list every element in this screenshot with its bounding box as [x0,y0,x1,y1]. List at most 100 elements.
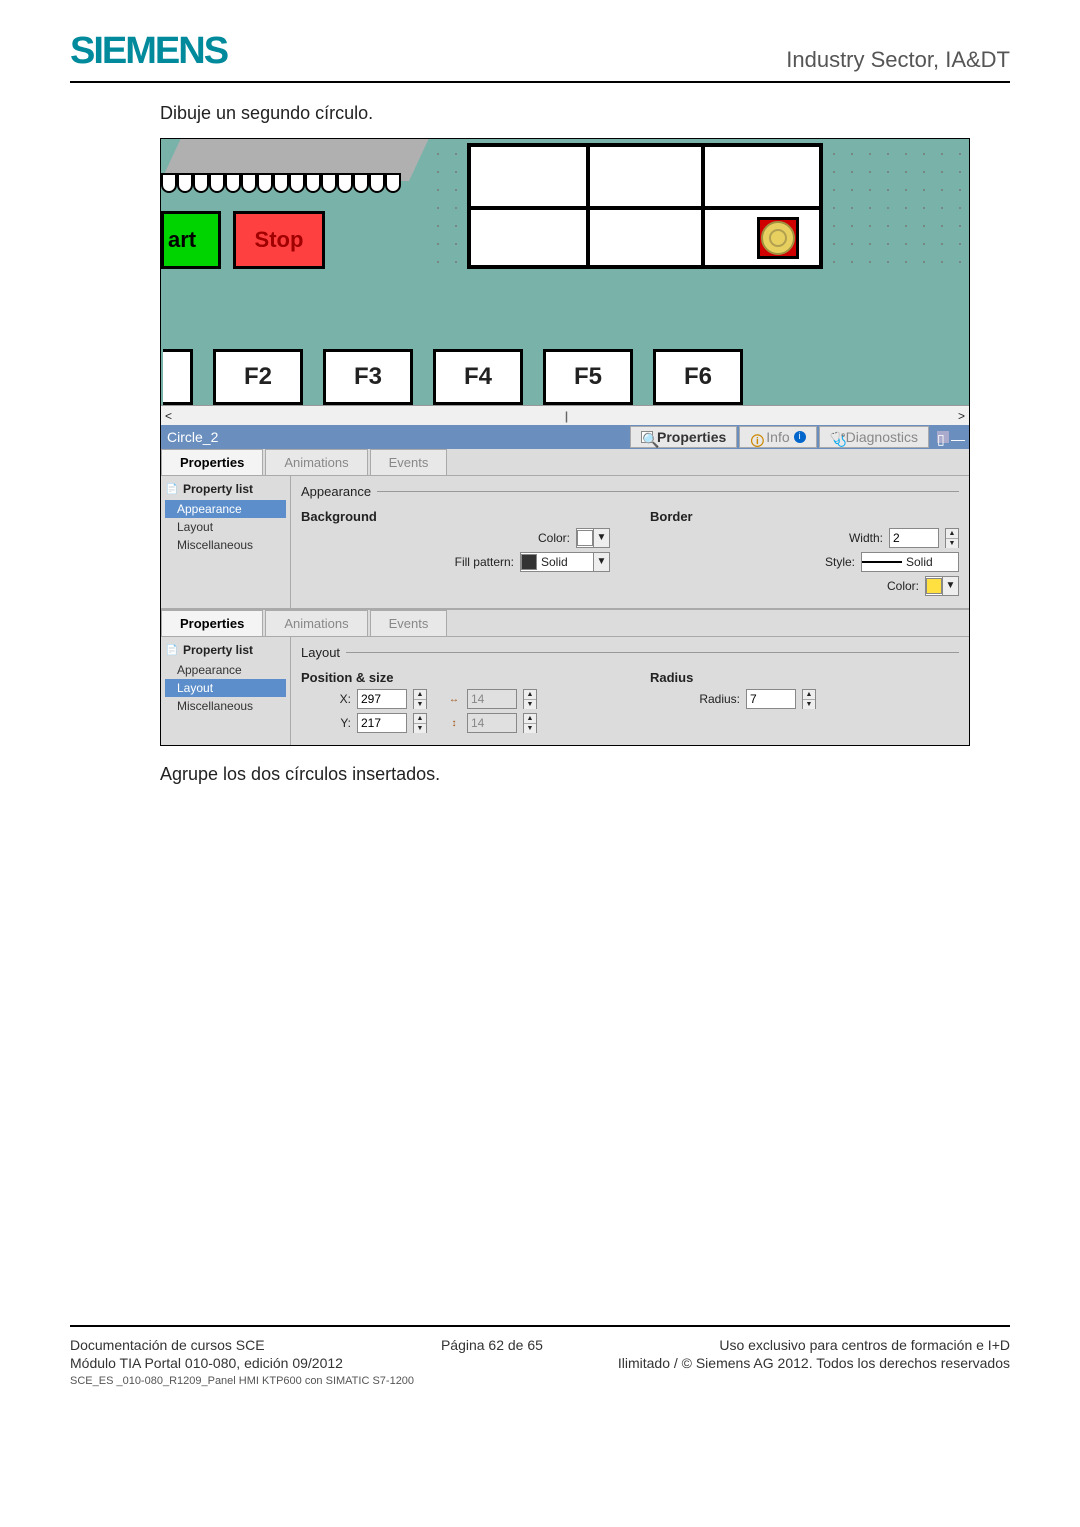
scroll-right-icon[interactable]: > [958,409,965,423]
object-title-bar: Circle_2 🔍 Properties 🛈 Info i 🩺 Diagnos… [161,425,969,449]
footer-right-2: Ilimitado / © Siemens AG 2012. Todos los… [618,1355,1010,1371]
circle-object[interactable] [757,217,799,259]
start-button[interactable]: art [161,211,221,269]
y-label: Y: [331,716,351,730]
conveyor-graphic [161,139,421,203]
prop-appearance-2[interactable]: Appearance [165,661,286,679]
chevron-down-icon: ▼ [942,577,958,595]
spinner-up-icon: ▲ [946,529,958,539]
w-spinner: ▲▼ [523,689,537,709]
page-header: SIEMENS Industry Sector, IA&DT [70,30,1010,83]
hmi-canvas[interactable]: art Stop F2 F3 F [161,139,969,405]
horizontal-scrollbar[interactable]: < |||| > [161,405,969,425]
width-icon: ↔ [447,692,461,706]
fkey-f4[interactable]: F4 [433,349,523,405]
tab-info[interactable]: 🛈 Info i [739,426,816,448]
pattern-swatch-icon [521,554,537,570]
tab-events-2[interactable]: Events [370,610,448,636]
color-swatch-icon [926,578,942,594]
radius-spinner[interactable]: ▲▼ [802,689,816,709]
tab-animations-2[interactable]: Animations [265,610,367,636]
border-color-dropdown[interactable]: ▼ [925,576,959,596]
section-layout: Layout [301,645,959,660]
border-width-label: Width: [813,531,883,545]
properties-icon: 🔍 [641,431,653,443]
tab-properties-main[interactable]: 🔍 Properties [630,426,737,448]
footer-page: Página 62 de 65 [441,1337,543,1353]
border-style-dropdown[interactable]: Solid [861,552,959,572]
y-input[interactable] [357,713,407,733]
background-heading: Background [301,509,610,524]
grid-indicator [467,143,823,269]
x-spinner[interactable]: ▲▼ [413,689,427,709]
fill-pattern-label: Fill pattern: [444,555,514,569]
minimize-icon[interactable]: — [951,431,963,443]
object-name: Circle_2 [167,429,218,445]
tab-animations[interactable]: Animations [265,449,367,475]
spinner-down-icon: ▼ [946,539,958,548]
list-icon: 📄 [165,643,179,657]
fkey-f2[interactable]: F2 [213,349,303,405]
footer-left-2: Módulo TIA Portal 010-080, edición 09/20… [70,1355,343,1371]
bg-color-dropdown[interactable]: ▼ [576,528,610,548]
circle-icon [761,221,795,255]
diagnostics-icon: 🩺 [830,431,842,443]
collapse-icon[interactable]: ▯ [937,431,949,443]
position-heading: Position & size [301,670,610,685]
chevron-down-icon: ▼ [593,553,609,571]
prop-misc[interactable]: Miscellaneous [165,536,286,554]
footer-docid: SCE_ES _010-080_R1209_Panel HMI KTP600 c… [70,1375,1010,1387]
prop-appearance[interactable]: Appearance [165,500,286,518]
border-color-label: Color: [849,579,919,593]
inspector2-tabs: Properties Animations Events [161,610,969,637]
scroll-grip-icon[interactable]: |||| [555,409,575,423]
height-icon: ↕ [447,716,461,730]
tab-properties-2[interactable]: Properties [161,610,263,636]
fkey-f6[interactable]: F6 [653,349,743,405]
page-footer: Documentación de cursos SCE Página 62 de… [70,1325,1010,1387]
line-style-icon [862,561,902,563]
x-input[interactable] [357,689,407,709]
property-list-header-2[interactable]: 📄 Property list [165,643,286,657]
h-spinner: ▲▼ [523,713,537,733]
list-icon: 📄 [165,482,179,496]
tab-properties[interactable]: Properties [161,449,263,475]
info-icon: 🛈 [750,431,762,443]
w-input [467,689,517,709]
property-list-2: 📄 Property list Appearance Layout Miscel… [161,637,291,745]
radius-input[interactable] [746,689,796,709]
stop-button[interactable]: Stop [233,211,325,269]
info-badge-icon: i [794,431,806,443]
section-appearance: Appearance [301,484,959,499]
h-input [467,713,517,733]
y-spinner[interactable]: ▲▼ [413,713,427,733]
radius-heading: Radius [650,670,959,685]
prop-layout-2[interactable]: Layout [165,679,286,697]
tab-diagnostics[interactable]: 🩺 Diagnostics [819,426,929,448]
scroll-left-icon[interactable]: < [165,409,172,423]
border-width-input[interactable] [889,528,939,548]
color-swatch-icon [577,530,593,546]
x-label: X: [331,692,351,706]
border-style-label: Style: [785,555,855,569]
fkey-f5[interactable]: F5 [543,349,633,405]
inspector1-tabs: Properties Animations Events [161,449,969,476]
width-spinner[interactable]: ▲▼ [945,528,959,548]
property-list-1: 📄 Property list Appearance Layout Miscel… [161,476,291,608]
siemens-logo: SIEMENS [70,30,227,73]
border-heading: Border [650,509,959,524]
chevron-down-icon: ▼ [593,529,609,547]
prop-misc-2[interactable]: Miscellaneous [165,697,286,715]
footer-right-1: Uso exclusivo para centros de formación … [719,1337,1010,1353]
fkey-f1-partial[interactable] [163,349,193,405]
footer-left-1: Documentación de cursos SCE [70,1337,265,1353]
instruction-1: Dibuje un segundo círculo. [160,103,1010,124]
tab-events[interactable]: Events [370,449,448,475]
fkey-f3[interactable]: F3 [323,349,413,405]
fill-pattern-dropdown[interactable]: Solid ▼ [520,552,610,572]
fkey-row: F2 F3 F4 F5 F6 [161,339,969,405]
instruction-2: Agrupe los dos círculos insertados. [160,764,1010,785]
prop-layout[interactable]: Layout [165,518,286,536]
property-list-header[interactable]: 📄 Property list [165,482,286,496]
radius-label: Radius: [670,692,740,706]
